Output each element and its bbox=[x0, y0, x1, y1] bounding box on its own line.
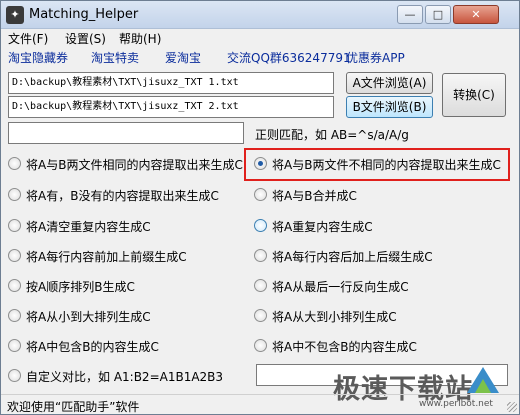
radio-icon bbox=[8, 157, 21, 170]
maximize-button[interactable]: □ bbox=[425, 5, 451, 24]
status-text: 欢迎使用“匹配助手”软件 bbox=[7, 400, 140, 414]
radio-icon bbox=[254, 309, 267, 322]
title-bar: ✦ Matching_Helper — □ ✕ bbox=[1, 1, 519, 29]
radio-icon bbox=[254, 249, 267, 262]
radio-icon bbox=[254, 279, 267, 292]
resize-grip-icon[interactable] bbox=[507, 402, 517, 412]
option-label: 将A中不包含B的内容生成C bbox=[272, 340, 417, 354]
option-label: 将A与B合并成C bbox=[272, 189, 357, 203]
radio-icon bbox=[254, 188, 267, 201]
option-label: 将A中包含B的内容生成C bbox=[26, 340, 159, 354]
option-label: 将A每行内容后加上后缀生成C bbox=[272, 250, 433, 264]
radio-icon bbox=[254, 339, 267, 352]
option-label: 将A从大到小排列生成C bbox=[272, 310, 397, 324]
link-qq-group[interactable]: 交流QQ群636247791 bbox=[227, 49, 351, 66]
radio-icon bbox=[8, 279, 21, 292]
menu-help[interactable]: 帮助(H) bbox=[119, 30, 161, 47]
link-coupon-app[interactable]: 优惠券APP bbox=[346, 49, 405, 66]
option-label: 将A从最后一行反向生成C bbox=[272, 280, 409, 294]
file-b-path-input[interactable]: D:\backup\教程素材\TXT\jisuxz_TXT 2.txt bbox=[8, 96, 334, 118]
option-label: 将A每行内容前加上前缀生成C bbox=[26, 250, 187, 264]
option-label: 将A有，B没有的内容提取出来生成C bbox=[26, 189, 219, 203]
window-title: Matching_Helper bbox=[29, 7, 139, 22]
regex-label: 正则匹配，如 AB=^s/a/A/g bbox=[255, 128, 409, 142]
option-label: 按A顺序排列B生成C bbox=[26, 280, 135, 294]
radio-icon bbox=[254, 219, 267, 232]
link-ai-taobao[interactable]: 爱淘宝 bbox=[165, 49, 201, 66]
menu-file[interactable]: 文件(F) bbox=[8, 30, 48, 47]
option-label: 将A与B两文件相同的内容提取出来生成C bbox=[26, 158, 243, 172]
link-taobao-specials[interactable]: 淘宝特卖 bbox=[91, 49, 139, 66]
menu-bar: 文件(F) 设置(S) 帮助(H) bbox=[1, 29, 519, 47]
radio-icon bbox=[8, 219, 21, 232]
app-window: ✦ Matching_Helper — □ ✕ 文件(F) 设置(S) 帮助(H… bbox=[0, 0, 520, 415]
file-a-path-input[interactable]: D:\backup\教程素材\TXT\jisuxz_TXT 1.txt bbox=[8, 72, 334, 94]
radio-icon bbox=[8, 369, 21, 382]
link-hidden-coupons[interactable]: 淘宝隐藏券 bbox=[8, 49, 68, 66]
app-icon: ✦ bbox=[6, 6, 24, 24]
radio-icon bbox=[8, 249, 21, 262]
option-label: 将A清空重复内容生成C bbox=[26, 220, 151, 234]
browse-b-button[interactable]: B文件浏览(B) bbox=[346, 96, 433, 118]
radio-icon bbox=[8, 339, 21, 352]
browse-a-button[interactable]: A文件浏览(A) bbox=[346, 72, 433, 94]
option-label: 自定义对比，如 A1:B2=A1B1A2B3 bbox=[26, 370, 224, 384]
close-button[interactable]: ✕ bbox=[453, 5, 499, 24]
radio-selected-icon bbox=[254, 157, 267, 170]
option-label: 将A从小到大排列生成C bbox=[26, 310, 151, 324]
regex-input[interactable] bbox=[8, 122, 244, 144]
link-bar: 淘宝隐藏券 淘宝特卖 爱淘宝 交流QQ群636247791 优惠券APP bbox=[1, 47, 519, 67]
radio-icon bbox=[8, 309, 21, 322]
radio-icon bbox=[8, 188, 21, 201]
minimize-button[interactable]: — bbox=[397, 5, 423, 24]
option-label: 将A重复内容生成C bbox=[272, 220, 373, 234]
convert-button[interactable]: 转换(C) bbox=[442, 73, 506, 117]
watermark-url: www.perlbot.net bbox=[419, 399, 493, 409]
menu-settings[interactable]: 设置(S) bbox=[65, 30, 106, 47]
option-label: 将A与B两文件不相同的内容提取出来生成C bbox=[272, 158, 501, 172]
